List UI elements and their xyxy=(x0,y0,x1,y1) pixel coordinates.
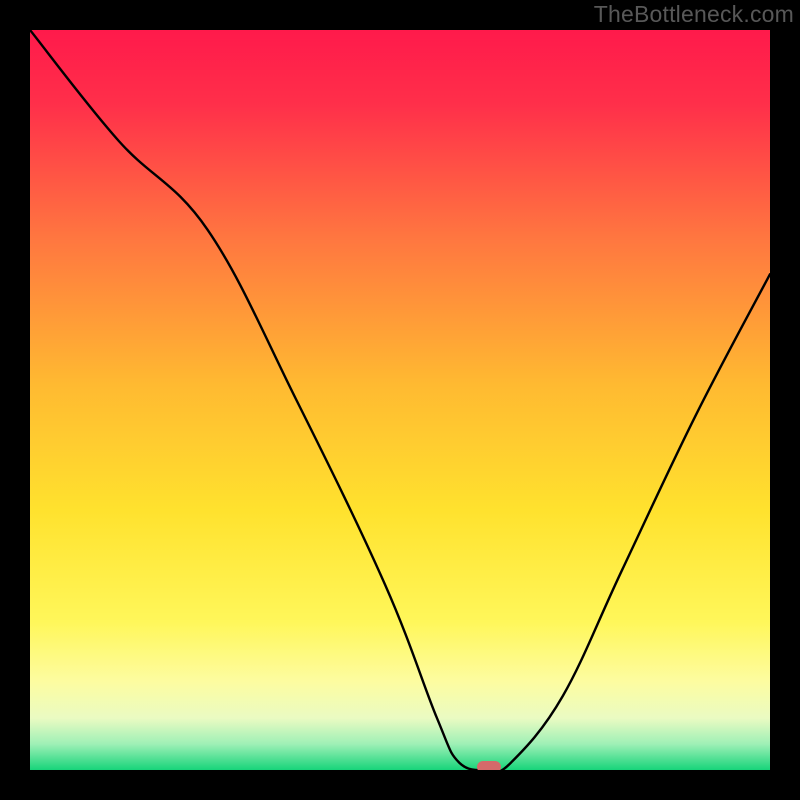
watermark-text: TheBottleneck.com xyxy=(594,1,794,28)
optimum-marker xyxy=(477,761,501,770)
chart-frame: TheBottleneck.com xyxy=(0,0,800,800)
plot-area xyxy=(30,30,770,770)
gradient-background xyxy=(30,30,770,770)
